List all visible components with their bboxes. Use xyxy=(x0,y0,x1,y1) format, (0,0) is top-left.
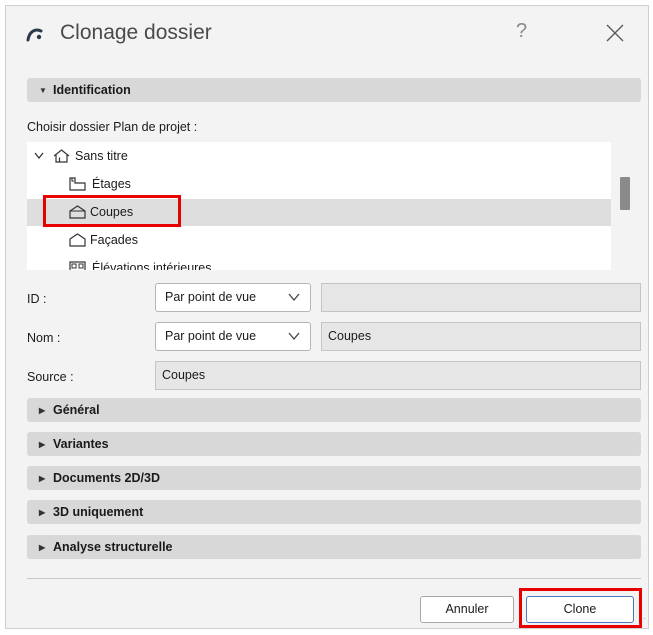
name-mode-value: Par point de vue xyxy=(165,329,257,343)
stories-icon xyxy=(69,177,86,191)
name-label: Nom : xyxy=(27,331,61,345)
footer-divider xyxy=(27,578,641,579)
clone-folder-dialog: Clonage dossier ? ▼ Identification Choisi… xyxy=(5,5,649,629)
collapsed-triangle-icon: ▶ xyxy=(39,542,46,552)
section-structural-analysis-header[interactable]: ▶ Analyse structurelle xyxy=(27,535,641,559)
source-field: Coupes xyxy=(155,361,641,390)
close-icon[interactable] xyxy=(604,22,626,44)
archicad-logo-icon xyxy=(26,28,43,42)
interior-elevations-icon xyxy=(69,261,86,270)
highlight-coupes xyxy=(43,195,181,227)
tree-item-label: Sans titre xyxy=(75,149,128,163)
id-field[interactable] xyxy=(321,283,641,312)
highlight-clone xyxy=(519,588,642,628)
tree-scrollbar-thumb[interactable] xyxy=(620,177,630,210)
collapsed-triangle-icon: ▶ xyxy=(39,439,46,449)
elevations-icon xyxy=(69,233,86,247)
tree-item-label: Étages xyxy=(92,177,131,191)
section-title: 3D uniquement xyxy=(53,505,144,519)
tree-item-label: Élévations intérieures xyxy=(92,261,212,270)
name-field[interactable]: Coupes xyxy=(321,322,641,351)
id-mode-select[interactable]: Par point de vue xyxy=(155,283,311,312)
dialog-title: Clonage dossier xyxy=(60,21,212,44)
resize-grip-icon[interactable]: ⋰ xyxy=(638,617,646,626)
name-mode-select[interactable]: Par point de vue xyxy=(155,322,311,351)
tree-item-facades[interactable]: Façades xyxy=(27,227,611,254)
expanded-triangle-icon: ▼ xyxy=(39,85,47,95)
id-label: ID : xyxy=(27,292,47,306)
chevron-down-icon xyxy=(288,293,300,302)
section-title: Documents 2D/3D xyxy=(53,471,160,485)
help-button[interactable]: ? xyxy=(516,20,527,43)
collapsed-triangle-icon: ▶ xyxy=(39,507,46,517)
tree-item-etages[interactable]: Étages xyxy=(27,171,611,198)
title-bar: Clonage dossier ? xyxy=(6,6,648,58)
section-variantes-header[interactable]: ▶ Variantes xyxy=(27,432,641,456)
chevron-down-icon xyxy=(288,332,300,341)
source-label: Source : xyxy=(27,370,74,384)
section-identification-header[interactable]: ▼ Identification xyxy=(27,78,641,102)
id-mode-value: Par point de vue xyxy=(165,290,257,304)
tree-item-label: Façades xyxy=(90,233,138,247)
choose-folder-label: Choisir dossier Plan de projet : xyxy=(27,120,198,134)
section-general-header[interactable]: ▶ Général xyxy=(27,398,641,422)
project-house-icon xyxy=(53,149,70,163)
cancel-button[interactable]: Annuler xyxy=(420,596,514,623)
collapsed-triangle-icon: ▶ xyxy=(39,473,46,483)
tree-item-elevations-interieures[interactable]: Élévations intérieures xyxy=(27,255,611,270)
tree-item-sans-titre[interactable]: Sans titre xyxy=(27,143,611,170)
section-title: Variantes xyxy=(53,437,109,451)
section-title: Général xyxy=(53,403,100,417)
section-3d-only-header[interactable]: ▶ 3D uniquement xyxy=(27,500,641,524)
section-title: Analyse structurelle xyxy=(53,540,173,554)
section-documents-header[interactable]: ▶ Documents 2D/3D xyxy=(27,466,641,490)
collapsed-triangle-icon: ▶ xyxy=(39,405,46,415)
chevron-down-icon[interactable] xyxy=(34,152,44,160)
section-title: Identification xyxy=(53,83,131,97)
